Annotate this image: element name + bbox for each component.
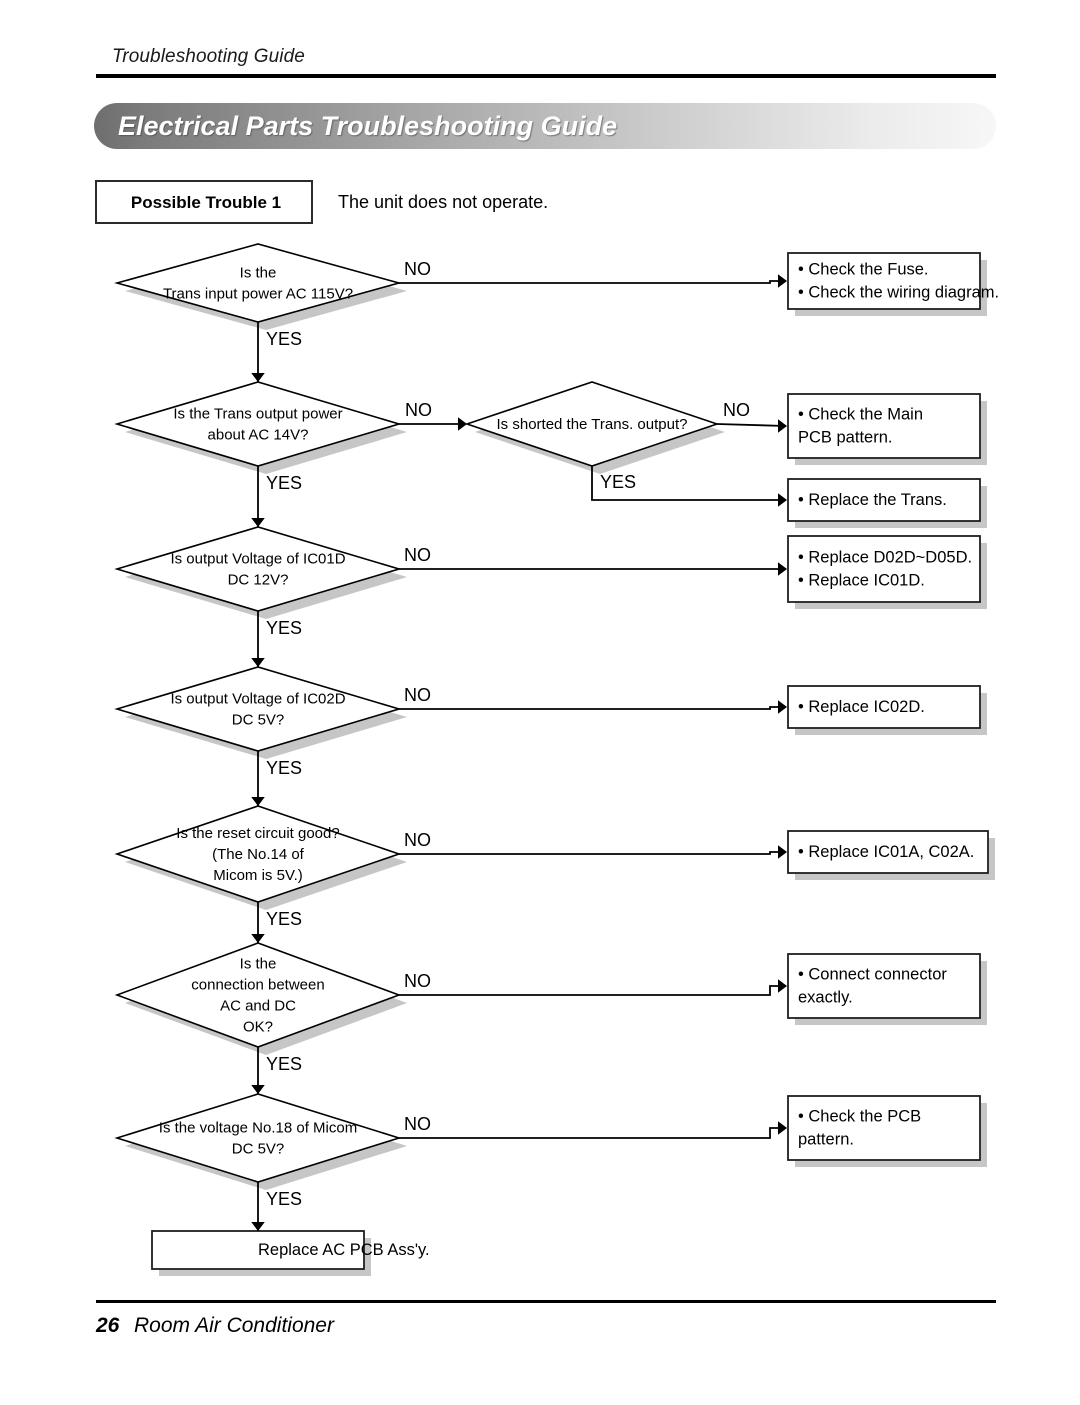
node-text-line: Trans input power AC 115V? — [163, 286, 353, 303]
possible-trouble-label-box: Possible Trouble 1 — [95, 180, 313, 224]
node-text-line: AC and DC — [220, 998, 296, 1015]
node-text-line: Micom is 5V.) — [213, 867, 302, 884]
running-head: Troubleshooting Guide — [112, 46, 305, 67]
branch-label-yes-d7: YES — [266, 1189, 302, 1209]
flow-yes-arrow-d7 — [251, 1222, 265, 1231]
node-text-line: • Check the wiring diagram. — [798, 284, 999, 302]
branch-label-yes-d2b: YES — [600, 472, 636, 492]
flow-yes-arrow-d1 — [251, 373, 265, 382]
decision-diamond-d2 — [114, 381, 402, 467]
node-text-line: DC 5V? — [232, 1141, 285, 1158]
flowchart-canvas: • Check the Fuse. • Check the wiring diag… — [113, 243, 999, 1276]
flow-no-arrow-d2 — [458, 417, 467, 431]
node-text-line: Is the voltage No.18 of Micom — [159, 1120, 357, 1137]
branch-label-yes-d6: YES — [266, 1054, 302, 1074]
branch-label-no-d5: NO — [404, 830, 431, 850]
branch-label-yes-d5: YES — [266, 909, 302, 929]
decision-diamond-d7 — [114, 1093, 402, 1183]
node-text-line: Is the reset circuit good? — [176, 825, 339, 842]
flow-no-arrow-d7 — [778, 1121, 787, 1135]
flow-no-arrow-d2b — [778, 419, 787, 433]
header-divider — [96, 74, 996, 78]
flow-no-arrow-d5 — [778, 845, 787, 859]
flow-yes-arrow-d2 — [251, 518, 265, 527]
node-text-line: • Replace D02D~D05D. — [798, 549, 972, 567]
flow-no-line-d7 — [399, 1127, 786, 1139]
node-text-line: • Check the PCB — [798, 1108, 921, 1126]
action-box-a4 — [787, 535, 981, 603]
branch-label-no-d7: NO — [404, 1114, 431, 1134]
node-text-line: Is output Voltage of IC02D — [170, 691, 345, 708]
node-text-line: Is the — [240, 265, 277, 282]
possible-trouble-label: Possible Trouble 1 — [130, 193, 282, 212]
node-text-line: PCB pattern. — [798, 429, 892, 447]
action-label-a6: • Replace IC01A, C02A. — [798, 843, 974, 861]
node-text-line: Is the — [240, 956, 277, 973]
flow-no-line-d1 — [399, 280, 786, 284]
action-label-a9: Replace AC PCB Ass'y. — [258, 1241, 430, 1259]
branch-label-yes-d2: YES — [266, 473, 302, 493]
flow-no-line-d2b — [716, 423, 787, 427]
node-text-line: Is output Voltage of IC01D — [170, 551, 345, 568]
node-text-line: • Replace IC01D. — [798, 572, 925, 590]
page-footer: 26 Room Air Conditioner — [0, 1300, 1080, 1370]
flow-yes-arrow-d6 — [251, 1085, 265, 1094]
page-title: Electrical Parts Troubleshooting Guide — [118, 111, 618, 141]
flow-yes-arrow-d4 — [251, 797, 265, 806]
branch-label-yes-d4: YES — [266, 758, 302, 778]
node-text-line: (The No.14 of — [212, 846, 305, 863]
node-text-line: exactly. — [798, 989, 853, 1007]
node-text-line: OK? — [243, 1019, 273, 1036]
book-title: Room Air Conditioner — [134, 1314, 334, 1337]
page-header: Troubleshooting Guide — [0, 0, 1080, 90]
node-text-line: Is shorted the Trans. output? — [497, 416, 688, 433]
node-text-line: Replace AC PCB Ass'y. — [258, 1241, 430, 1259]
flow-no-arrow-d1 — [778, 274, 787, 288]
node-text-line: • Replace IC02D. — [798, 698, 925, 716]
node-text-line: about AC 14V? — [208, 427, 309, 444]
troubleshooting-flowchart: • Check the Fuse. • Check the wiring diag… — [0, 236, 1080, 1276]
branch-label-no-d4: NO — [404, 685, 431, 705]
node-text-line: • Connect connector — [798, 966, 947, 984]
decision-diamond-d3 — [114, 526, 402, 612]
branch-label-yes-d3: YES — [266, 618, 302, 638]
branch-label-yes-d1: YES — [266, 329, 302, 349]
node-text-line: • Replace IC01A, C02A. — [798, 843, 974, 861]
possible-trouble-row: Possible Trouble 1 The unit does not ope… — [95, 180, 695, 226]
node-text-line: • Check the Main — [798, 406, 923, 424]
flow-no-arrow-d3 — [778, 562, 787, 576]
flow-no-arrow-d4 — [778, 700, 787, 714]
node-text-line: DC 5V? — [232, 712, 285, 729]
decision-diamond-d1 — [113, 243, 403, 323]
node-text-line: connection between — [191, 977, 324, 994]
flow-no-arrow-d6 — [778, 979, 787, 993]
node-text-line: • Check the Fuse. — [798, 261, 929, 279]
action-label-a3: • Replace the Trans. — [798, 491, 947, 509]
branch-label-no-d2: NO — [405, 400, 432, 420]
flow-no-line-d4 — [399, 706, 786, 710]
footer-divider — [96, 1300, 996, 1303]
flow-no-line-d5 — [399, 851, 786, 855]
action-box-a2 — [787, 393, 981, 459]
branch-label-no-d1: NO — [404, 259, 431, 279]
action-box-a7 — [787, 953, 981, 1019]
branch-label-no-d2b: NO — [723, 400, 750, 420]
decision-diamond-d4 — [114, 666, 402, 752]
action-box-a8 — [787, 1095, 981, 1161]
page-number: 26 — [96, 1314, 120, 1337]
possible-trouble-description: The unit does not operate. — [338, 192, 549, 212]
node-text-line: DC 12V? — [228, 572, 289, 589]
decision-label-d2b: Is shorted the Trans. output? — [497, 416, 688, 433]
flow-yes-arrow-d2b — [778, 493, 787, 507]
branch-label-no-d3: NO — [404, 545, 431, 565]
node-text-line: pattern. — [798, 1131, 854, 1149]
flow-yes-arrow-d3 — [251, 658, 265, 667]
node-text-line: • Replace the Trans. — [798, 491, 947, 509]
section-title-banner: Electrical Parts Troubleshooting Guide — [94, 103, 996, 149]
flow-yes-arrow-d5 — [251, 934, 265, 943]
node-text-line: Is the Trans output power — [173, 406, 342, 423]
action-label-a5: • Replace IC02D. — [798, 698, 925, 716]
branch-label-no-d6: NO — [404, 971, 431, 991]
flow-no-line-d6 — [399, 985, 786, 996]
